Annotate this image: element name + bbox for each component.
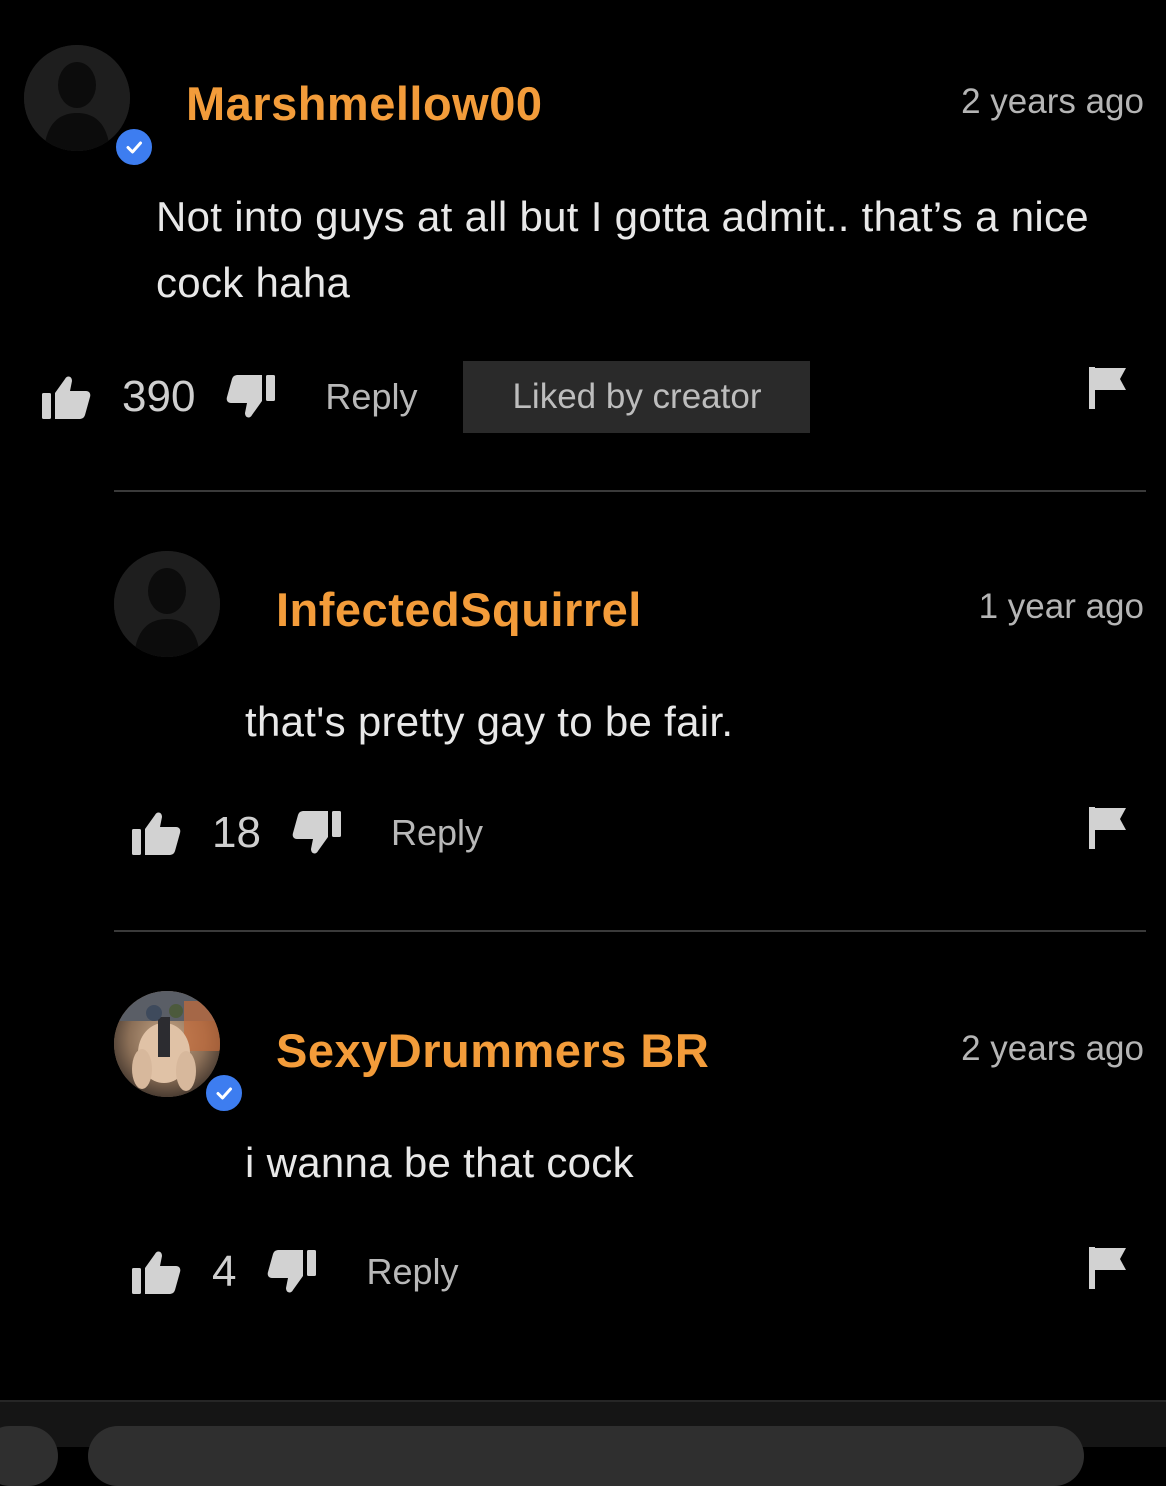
username[interactable]: InfectedSquirrel [276,582,642,637]
comment-actions: 4 Reply [130,1236,459,1308]
comment-actions: 18 Reply [130,797,483,869]
thumbs-up-icon[interactable] [130,1248,182,1296]
flag-icon[interactable] [1088,806,1128,850]
comment-text: that's pretty gay to be fair. [245,698,734,745]
timestamp: 1 year ago [978,587,1144,626]
thumbs-up-icon[interactable] [40,373,92,421]
liked-by-creator-badge: Liked by creator [463,361,811,433]
flag-icon[interactable] [1088,366,1128,410]
divider [114,490,1146,492]
divider [114,930,1146,932]
thumbs-down-icon[interactable] [291,809,343,857]
like-count: 18 [212,808,261,857]
comment-text: Not into guys at all but I gotta admit..… [156,193,1089,306]
comment-text: i wanna be that cock [245,1139,634,1186]
like-count: 4 [212,1247,237,1296]
avatar[interactable] [114,991,220,1097]
bottom-left-button[interactable] [0,1426,58,1486]
thumbs-down-icon[interactable] [266,1248,318,1296]
default-avatar-icon [24,45,130,151]
comment-input-field[interactable] [88,1426,1084,1486]
reply-button[interactable]: Reply [391,812,483,854]
timestamp: 2 years ago [961,82,1144,121]
avatar[interactable] [24,45,130,151]
avatar[interactable] [114,551,220,657]
default-avatar-icon [114,551,220,657]
bottom-input-bar [0,1400,1166,1486]
comment-actions: 390 Reply Liked by creator [40,361,811,433]
thumbs-up-icon[interactable] [130,809,182,857]
username[interactable]: Marshmellow00 [186,76,543,131]
photo-avatar-icon [114,991,220,1097]
reply-button[interactable]: Reply [325,376,417,418]
like-count: 390 [122,372,196,421]
verified-check-icon [113,126,155,168]
timestamp: 2 years ago [961,1029,1144,1068]
username[interactable]: SexyDrummers BR [276,1023,709,1078]
verified-check-icon [203,1072,245,1114]
flag-icon[interactable] [1088,1246,1128,1290]
reply-button[interactable]: Reply [366,1251,458,1293]
thumbs-down-icon[interactable] [225,373,277,421]
